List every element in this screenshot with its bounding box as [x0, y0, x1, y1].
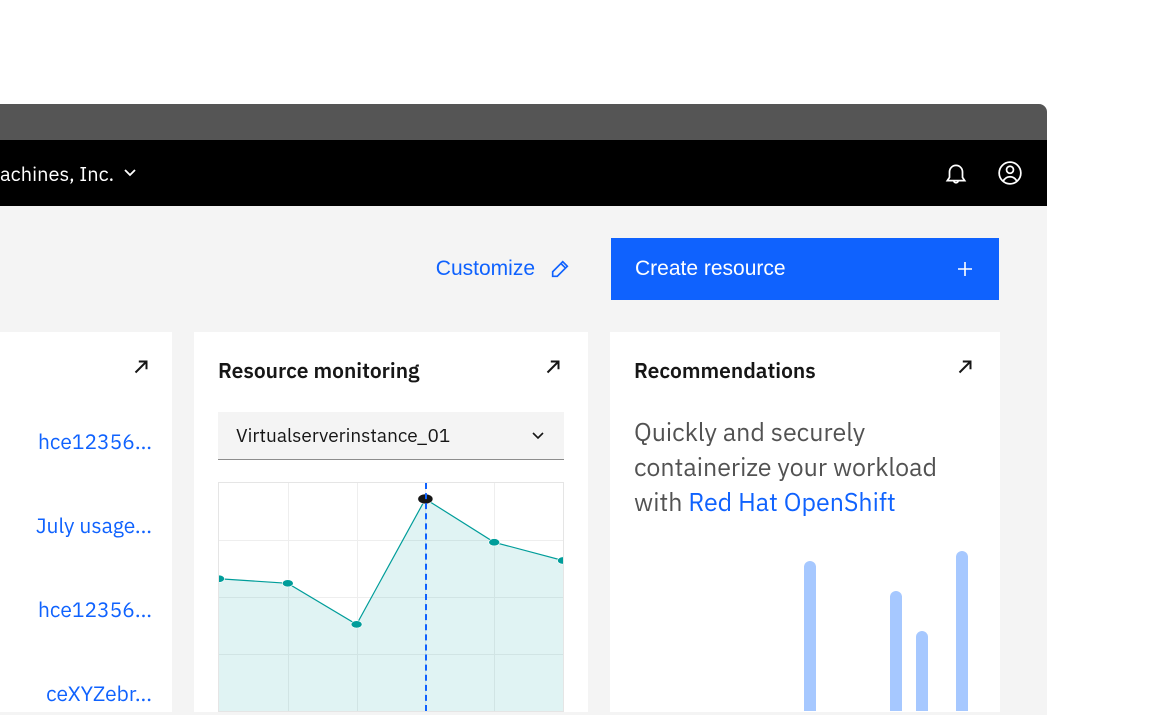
- openshift-link[interactable]: Red Hat OpenShift: [688, 485, 895, 518]
- open-icon[interactable]: [130, 356, 152, 383]
- create-resource-button[interactable]: Create resource: [611, 238, 999, 300]
- app-header: achines, Inc.: [0, 140, 1047, 206]
- list-item[interactable]: ceXYZebr...: [0, 679, 152, 707]
- create-resource-label: Create resource: [635, 257, 786, 281]
- card-title: Resource monitoring: [218, 356, 420, 384]
- open-icon[interactable]: [954, 356, 976, 383]
- actions-bar: Customize Create resource: [0, 206, 1047, 332]
- recommendation-illustration: [634, 531, 976, 711]
- customize-label: Customize: [436, 257, 535, 281]
- list-item[interactable]: July usage...: [0, 511, 152, 539]
- account-label: achines, Inc.: [0, 160, 114, 187]
- instance-dropdown[interactable]: Virtualserverinstance_01: [218, 412, 564, 460]
- resource-chart: [218, 482, 564, 712]
- recommendations-card: Recommendations Quickly and securely con…: [610, 332, 1000, 712]
- partial-card: hce12356... July usage... hce12356... ce…: [0, 332, 172, 712]
- edit-icon: [549, 258, 571, 280]
- user-avatar-icon[interactable]: [997, 160, 1023, 186]
- list-item[interactable]: hce12356...: [0, 595, 152, 623]
- account-switcher[interactable]: achines, Inc.: [0, 160, 138, 187]
- page-body: Customize Create resource hce12356... Ju…: [0, 206, 1047, 715]
- chevron-down-icon: [530, 428, 546, 444]
- notification-icon[interactable]: [943, 160, 969, 186]
- customize-button[interactable]: Customize: [436, 257, 571, 281]
- browser-chrome: [0, 104, 1047, 140]
- open-icon[interactable]: [542, 356, 564, 383]
- card-title: Recommendations: [634, 356, 816, 384]
- chevron-down-icon: [122, 165, 138, 181]
- recommendation-text: Quickly and securely containerize your w…: [634, 414, 976, 519]
- plus-icon: [955, 259, 975, 279]
- header-icons: [943, 160, 1023, 186]
- resource-monitoring-card: Resource monitoring Virtualserverinstanc…: [194, 332, 588, 712]
- cards-row: hce12356... July usage... hce12356... ce…: [0, 332, 1047, 712]
- list-item[interactable]: hce12356...: [0, 427, 152, 455]
- dropdown-value: Virtualserverinstance_01: [236, 424, 450, 448]
- partial-links: hce12356... July usage... hce12356... ce…: [0, 427, 152, 707]
